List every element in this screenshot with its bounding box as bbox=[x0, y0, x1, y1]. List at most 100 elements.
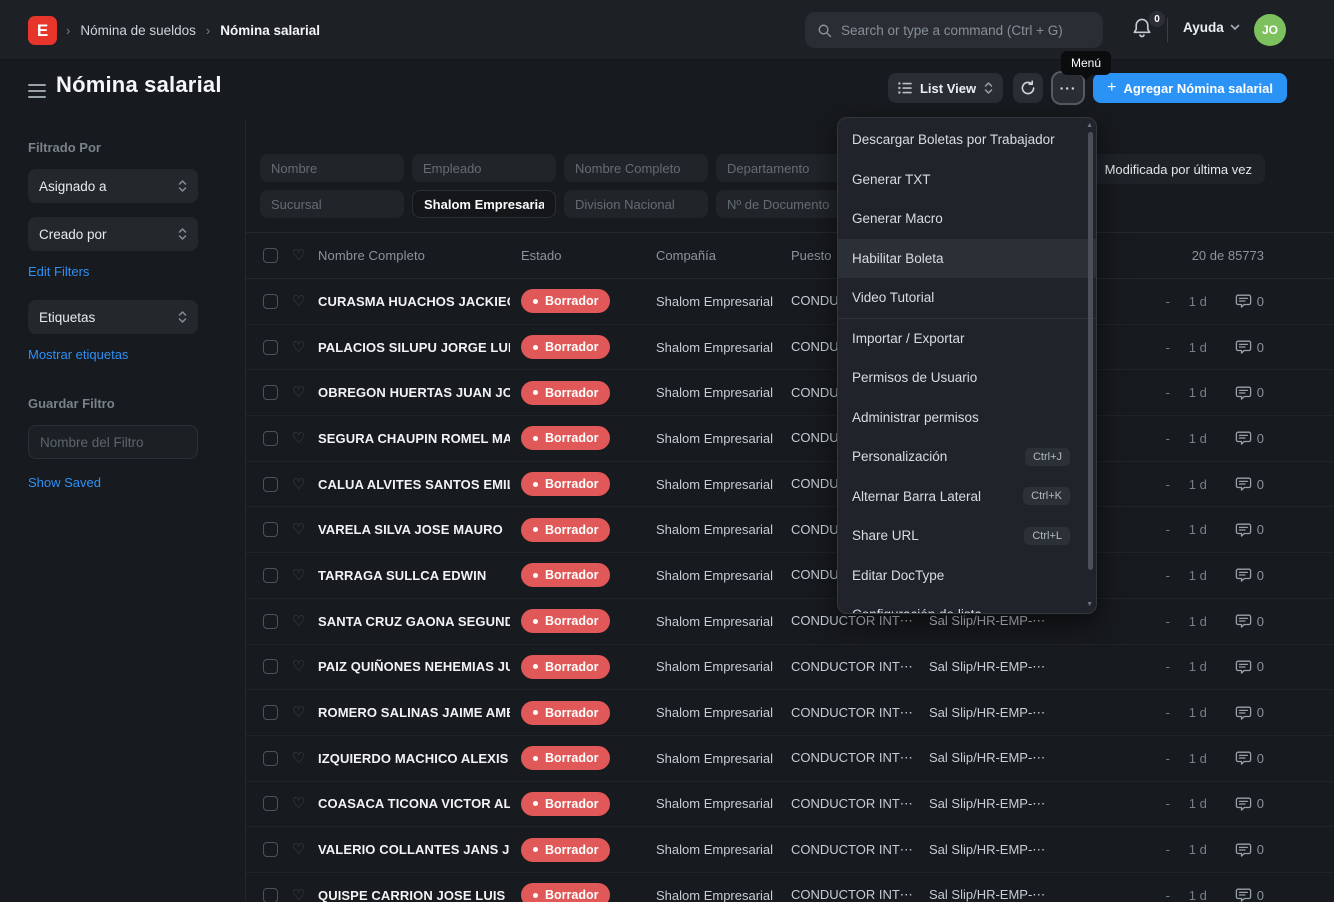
heart-icon[interactable]: ♡ bbox=[292, 614, 308, 629]
menu-item-permisos-usuario[interactable]: Permisos de Usuario bbox=[838, 358, 1096, 398]
comment-count[interactable]: 0 bbox=[1235, 430, 1264, 446]
comment-count[interactable]: 0 bbox=[1235, 887, 1264, 902]
comment-count[interactable]: 0 bbox=[1235, 522, 1264, 538]
row-name[interactable]: VALERIO COLLANTES JANS JH bbox=[318, 842, 510, 857]
row-name[interactable]: VARELA SILVA JOSE MAURO bbox=[318, 522, 510, 537]
row-name[interactable]: ROMERO SALINAS JAIME AME bbox=[318, 705, 510, 720]
column-status[interactable]: Estado bbox=[521, 248, 656, 263]
row-checkbox[interactable] bbox=[263, 751, 278, 766]
row-name[interactable]: PALACIOS SILUPU JORGE LUIS bbox=[318, 340, 510, 355]
heart-icon[interactable]: ♡ bbox=[292, 705, 308, 720]
row-doc-link[interactable]: Sal Slip/HR-EMP-⋯ bbox=[929, 613, 1079, 629]
refresh-button[interactable] bbox=[1013, 73, 1043, 103]
comment-count[interactable]: 0 bbox=[1235, 796, 1264, 812]
row-checkbox[interactable] bbox=[263, 477, 278, 492]
menu-item-video-tutorial[interactable]: Video Tutorial bbox=[838, 278, 1096, 318]
table-row[interactable]: ♡ QUISPE CARRION JOSE LUIS Borrador Shal… bbox=[246, 873, 1334, 902]
table-row[interactable]: ♡ CURASMA HUACHOS JACKIEC Borrador Shalo… bbox=[246, 279, 1334, 325]
heart-icon[interactable]: ♡ bbox=[292, 751, 308, 766]
table-row[interactable]: ♡ COASACA TICONA VICTOR AL Borrador Shal… bbox=[246, 782, 1334, 828]
column-company[interactable]: Compañía bbox=[656, 248, 791, 263]
table-row[interactable]: ♡ TARRAGA SULLCA EDWIN Borrador Shalom E… bbox=[246, 553, 1334, 599]
comment-count[interactable]: 0 bbox=[1235, 293, 1264, 309]
row-name[interactable]: CALUA ALVITES SANTOS EMIL bbox=[318, 477, 510, 492]
menu-item-configuracion-lista[interactable]: Configuración de lista bbox=[838, 595, 1096, 614]
row-checkbox[interactable] bbox=[263, 614, 278, 629]
row-name[interactable]: QUISPE CARRION JOSE LUIS bbox=[318, 888, 510, 902]
menu-item-administrar-permisos[interactable]: Administrar permisos bbox=[838, 398, 1096, 438]
filter-division[interactable] bbox=[564, 190, 708, 218]
row-checkbox[interactable] bbox=[263, 522, 278, 537]
table-row[interactable]: ♡ PALACIOS SILUPU JORGE LUIS Borrador Sh… bbox=[246, 325, 1334, 371]
heart-icon[interactable]: ♡ bbox=[292, 796, 308, 811]
table-row[interactable]: ♡ VARELA SILVA JOSE MAURO Borrador Shalo… bbox=[246, 507, 1334, 553]
table-row[interactable]: ♡ ROMERO SALINAS JAIME AME Borrador Shal… bbox=[246, 690, 1334, 736]
row-name[interactable]: COASACA TICONA VICTOR AL bbox=[318, 796, 510, 811]
breadcrumb-module[interactable]: Nómina de sueldos bbox=[80, 23, 196, 38]
show-tags-link[interactable]: Mostrar etiquetas bbox=[28, 347, 128, 362]
filter-nombre[interactable] bbox=[260, 154, 404, 182]
menu-item-generar-macro[interactable]: Generar Macro bbox=[838, 199, 1096, 239]
show-saved-link[interactable]: Show Saved bbox=[28, 475, 101, 490]
global-search[interactable] bbox=[805, 12, 1103, 48]
comment-count[interactable]: 0 bbox=[1235, 613, 1264, 629]
notifications-button[interactable]: 0 bbox=[1131, 16, 1161, 46]
created-by-select[interactable]: Creado por bbox=[28, 217, 198, 251]
row-name[interactable]: SANTA CRUZ GAONA SEGUND bbox=[318, 614, 510, 629]
filter-compania[interactable] bbox=[412, 190, 556, 218]
row-checkbox[interactable] bbox=[263, 340, 278, 355]
menu-item-habilitar-boleta[interactable]: Habilitar Boleta bbox=[838, 239, 1096, 279]
filter-name-input[interactable] bbox=[28, 425, 198, 459]
heart-icon[interactable]: ♡ bbox=[292, 659, 308, 674]
row-checkbox[interactable] bbox=[263, 294, 278, 309]
add-salary-slip-button[interactable]: + Agregar Nómina salarial bbox=[1093, 73, 1287, 103]
menu-scrollbar[interactable] bbox=[1088, 132, 1093, 570]
edit-filters-link[interactable]: Edit Filters bbox=[28, 264, 89, 279]
table-row[interactable]: ♡ SANTA CRUZ GAONA SEGUND Borrador Shalo… bbox=[246, 599, 1334, 645]
more-menu-button[interactable]: ··· bbox=[1053, 73, 1083, 103]
row-doc-link[interactable]: Sal Slip/HR-EMP-⋯ bbox=[929, 796, 1079, 812]
heart-icon[interactable]: ♡ bbox=[292, 340, 308, 355]
heart-icon[interactable]: ♡ bbox=[292, 385, 308, 400]
comment-count[interactable]: 0 bbox=[1235, 842, 1264, 858]
row-checkbox[interactable] bbox=[263, 888, 278, 902]
row-doc-link[interactable]: Sal Slip/HR-EMP-⋯ bbox=[929, 887, 1079, 902]
row-doc-link[interactable]: Sal Slip/HR-EMP-⋯ bbox=[929, 750, 1079, 766]
heart-icon[interactable]: ♡ bbox=[292, 888, 308, 902]
row-name[interactable]: OBREGON HUERTAS JUAN JOS bbox=[318, 385, 510, 400]
table-row[interactable]: ♡ IZQUIERDO MACHICO ALEXIS Borrador Shal… bbox=[246, 736, 1334, 782]
select-all-checkbox[interactable] bbox=[263, 248, 278, 263]
table-row[interactable]: ♡ OBREGON HUERTAS JUAN JOS Borrador Shal… bbox=[246, 370, 1334, 416]
filter-empleado[interactable] bbox=[412, 154, 556, 182]
row-checkbox[interactable] bbox=[263, 842, 278, 857]
menu-item-personalizacion[interactable]: Personalización Ctrl+J bbox=[838, 437, 1096, 477]
row-checkbox[interactable] bbox=[263, 385, 278, 400]
menu-item-importar-exportar[interactable]: Importar / Exportar bbox=[838, 319, 1096, 359]
liked-filter-heart-icon[interactable]: ♡ bbox=[292, 248, 308, 263]
column-name[interactable]: Nombre Completo bbox=[318, 248, 510, 263]
menu-item-editar-doctype[interactable]: Editar DocType bbox=[838, 556, 1096, 596]
sidebar-toggle-icon[interactable] bbox=[28, 84, 46, 98]
table-row[interactable]: ♡ VALERIO COLLANTES JANS JH Borrador Sha… bbox=[246, 827, 1334, 873]
table-row[interactable]: ♡ CALUA ALVITES SANTOS EMIL Borrador Sha… bbox=[246, 462, 1334, 508]
row-checkbox[interactable] bbox=[263, 705, 278, 720]
assigned-to-select[interactable]: Asignado a bbox=[28, 169, 198, 203]
table-row[interactable]: ♡ PAIZ QUIÑONES NEHEMIAS JU Borrador Sha… bbox=[246, 645, 1334, 691]
row-checkbox[interactable] bbox=[263, 796, 278, 811]
comment-count[interactable]: 0 bbox=[1235, 705, 1264, 721]
row-name[interactable]: SEGURA CHAUPIN ROMEL MA bbox=[318, 431, 510, 446]
row-name[interactable]: IZQUIERDO MACHICO ALEXIS bbox=[318, 751, 510, 766]
comment-count[interactable]: 0 bbox=[1235, 476, 1264, 492]
tags-select[interactable]: Etiquetas bbox=[28, 300, 198, 334]
heart-icon[interactable]: ♡ bbox=[292, 477, 308, 492]
row-checkbox[interactable] bbox=[263, 431, 278, 446]
search-input[interactable] bbox=[841, 23, 1091, 38]
heart-icon[interactable]: ♡ bbox=[292, 431, 308, 446]
row-doc-link[interactable]: Sal Slip/HR-EMP-⋯ bbox=[929, 659, 1079, 675]
heart-icon[interactable]: ♡ bbox=[292, 568, 308, 583]
comment-count[interactable]: 0 bbox=[1235, 385, 1264, 401]
view-selector-button[interactable]: List View bbox=[888, 73, 1003, 103]
help-menu[interactable]: Ayuda bbox=[1183, 20, 1240, 35]
breadcrumb-doctype[interactable]: Nómina salarial bbox=[220, 23, 320, 38]
row-name[interactable]: CURASMA HUACHOS JACKIEC bbox=[318, 294, 510, 309]
